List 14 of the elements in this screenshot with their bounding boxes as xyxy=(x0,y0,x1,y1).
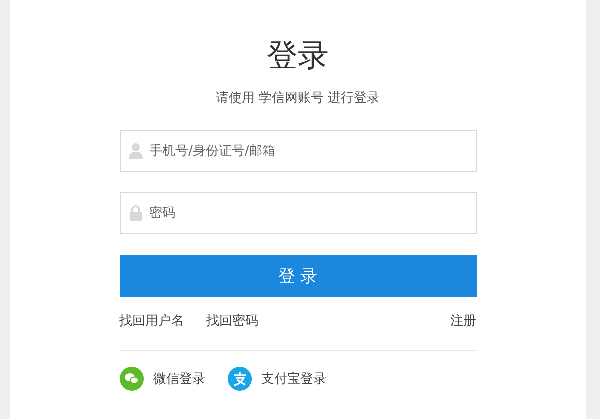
login-link[interactable]: 微信登录 xyxy=(154,370,206,388)
alipay-icon xyxy=(228,367,252,391)
username-field[interactable]: 手机号/身份证号/邮箱 xyxy=(120,130,476,172)
register-link[interactable]: 注册 xyxy=(450,312,476,330)
lock-icon xyxy=(128,205,142,221)
link[interactable]: 找回用户名 xyxy=(120,312,184,330)
login-link[interactable]: 支付宝登录 xyxy=(262,370,326,388)
page-title: 登录 xyxy=(267,37,329,76)
password-field[interactable]: 密码 xyxy=(120,192,476,234)
user-icon xyxy=(128,143,142,159)
link[interactable]: 找回密码 xyxy=(206,312,258,330)
wechat-icon xyxy=(120,367,144,391)
subtitle: 请使用 学信网账号 进行登录 xyxy=(216,90,380,108)
login-button[interactable]: 登 录 xyxy=(120,255,476,297)
